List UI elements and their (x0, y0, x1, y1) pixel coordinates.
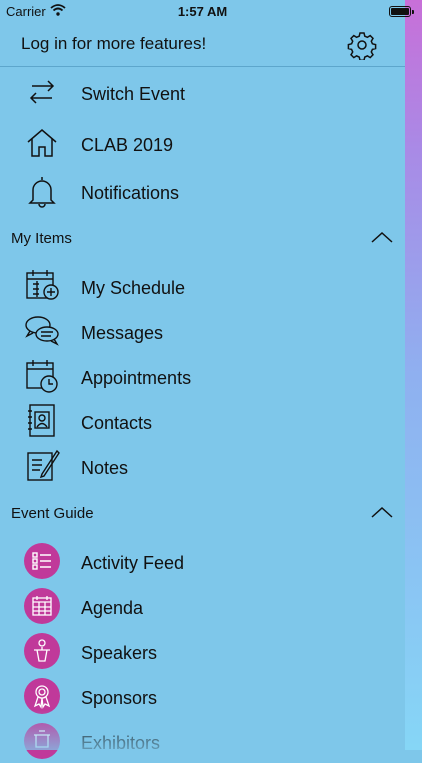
bell-icon (28, 177, 56, 208)
chevron-up-icon[interactable] (370, 230, 394, 244)
menu-item-sponsors[interactable]: Sponsors (0, 678, 405, 718)
menu-item-label: Switch Event (81, 84, 186, 104)
menu-item-agenda[interactable]: Agenda (0, 588, 405, 628)
list-icon (32, 552, 51, 570)
calendar-clock-icon (26, 360, 58, 393)
switch-arrows-icon (29, 80, 55, 104)
menu-item-switch-event[interactable]: Switch Event (0, 74, 405, 114)
menu-item-label: Messages (81, 323, 164, 343)
chevron-up-icon[interactable] (370, 505, 394, 519)
menu-item-event-home[interactable]: CLAB 2019 (0, 125, 405, 165)
menu-item-label: Notes (81, 458, 129, 478)
menu-item-label: Agenda (81, 598, 144, 618)
status-bar: Carrier 1:57 AM (0, 0, 414, 24)
menu-item-notifications[interactable]: Notifications (0, 173, 405, 213)
ribbon-award-icon (33, 685, 51, 709)
menu-item-appointments[interactable]: Appointments (0, 358, 405, 398)
menu-item-contacts[interactable]: Contacts (0, 403, 405, 443)
section-title: Event Guide (11, 505, 94, 522)
login-prompt[interactable]: Log in for more features! (21, 34, 206, 54)
menu-item-exhibitors[interactable]: Exhibitors (0, 723, 405, 763)
exhibitor-booth-icon (34, 730, 50, 748)
menu-item-label: CLAB 2019 (81, 135, 174, 155)
status-time: 1:57 AM (177, 4, 228, 19)
section-header-event-guide[interactable]: Event Guide (0, 499, 405, 529)
menu-item-label: Activity Feed (81, 553, 185, 573)
home-icon (27, 129, 57, 157)
speaker-podium-icon (34, 639, 50, 662)
menu-item-label: Appointments (81, 368, 192, 388)
menu-item-activity-feed[interactable]: Activity Feed (0, 543, 405, 583)
section-title: My Items (11, 230, 72, 247)
chat-bubbles-icon (25, 316, 59, 346)
note-pencil-icon (27, 449, 60, 481)
menu-item-notes[interactable]: Notes (0, 448, 405, 488)
menu-item-label: Exhibitors (81, 733, 161, 753)
contacts-book-icon (28, 404, 55, 437)
gear-icon[interactable] (347, 30, 377, 60)
menu-item-label: Speakers (81, 643, 158, 663)
edge-stripe (405, 0, 422, 750)
section-header-my-items[interactable]: My Items (0, 224, 405, 254)
menu-item-label: My Schedule (81, 278, 186, 298)
calendar-grid-icon (32, 596, 52, 616)
header-divider (0, 66, 405, 67)
side-drawer: Carrier 1:57 AM Log in for more features… (0, 0, 414, 759)
menu-item-speakers[interactable]: Speakers (0, 633, 405, 673)
calendar-plus-icon (26, 270, 59, 300)
menu-item-label: Notifications (81, 183, 180, 203)
menu-item-label: Sponsors (81, 688, 158, 708)
battery-icon (389, 6, 414, 17)
menu-item-messages[interactable]: Messages (0, 313, 405, 353)
menu-item-my-schedule[interactable]: My Schedule (0, 268, 405, 308)
menu-item-label: Contacts (81, 413, 153, 433)
